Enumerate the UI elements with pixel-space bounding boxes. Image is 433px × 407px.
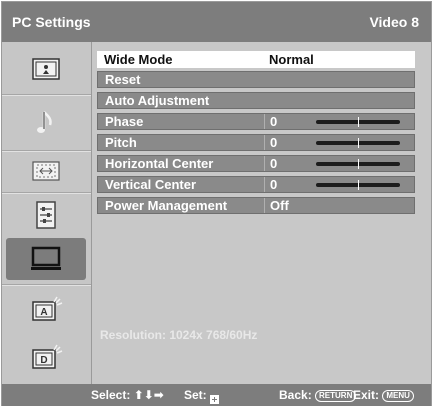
menu-row-label: Reset	[105, 72, 141, 87]
slider-thumb[interactable]	[358, 180, 359, 190]
slider-thumb[interactable]	[358, 138, 359, 148]
input-source-label: Video 8	[369, 14, 419, 30]
phase-slider[interactable]	[316, 117, 400, 127]
sidebar-item-sound[interactable]	[6, 102, 86, 144]
music-note-icon	[37, 111, 52, 133]
page-title: PC Settings	[12, 14, 91, 30]
resolution-text: Resolution: 1024x 768/60Hz	[100, 328, 258, 342]
monitor-icon	[31, 246, 61, 270]
set-hint: Set:	[184, 388, 220, 404]
arrow-keys-icon: ⬆⬇➡	[133, 388, 164, 402]
menu-row-label: Wide Mode	[104, 52, 173, 67]
slider-thumb[interactable]	[358, 159, 359, 169]
vertical-center-slider[interactable]	[316, 180, 400, 190]
back-hint: Back: RETURN	[279, 388, 357, 402]
menu-row-value: Off	[270, 198, 289, 213]
digital-setup-icon: D	[32, 344, 63, 369]
exit-hint: Exit: MENU	[353, 388, 414, 402]
menu-row-label: Horizontal Center	[105, 156, 214, 171]
menu-row-value: 0	[270, 177, 278, 192]
set-button-icon	[210, 395, 220, 404]
menu-row-power-management[interactable]: Power Management Off	[97, 197, 415, 214]
menu-row-label: Pitch	[105, 135, 137, 150]
setup-icon	[36, 201, 56, 229]
menu-row-value: 0	[270, 135, 278, 150]
footer-help-bar: Select: ⬆⬇➡ Set: Back: RETURN Exit: MENU	[2, 384, 431, 406]
menu-row-reset[interactable]: Reset	[97, 71, 415, 88]
pitch-slider[interactable]	[316, 138, 400, 148]
menu-row-label: Vertical Center	[105, 177, 197, 192]
menu-row-vertical-center[interactable]: Vertical Center 0	[97, 176, 415, 193]
sidebar-item-analog-setup[interactable]: A	[6, 288, 86, 330]
menu-key-icon: MENU	[382, 390, 414, 402]
analog-setup-icon: A	[32, 296, 63, 321]
menu-row-value: Normal	[269, 52, 314, 67]
sidebar-item-pc-settings[interactable]	[6, 238, 86, 280]
svg-text:A: A	[40, 307, 47, 318]
pc-settings-screen: PC Settings Video 8 A D Wide Mode Normal…	[1, 1, 432, 406]
menu-row-auto-adjustment[interactable]: Auto Adjustment	[97, 92, 415, 109]
sidebar: A D	[2, 42, 92, 384]
title-bar: PC Settings Video 8	[2, 2, 431, 42]
select-hint: Select: ⬆⬇➡	[91, 388, 164, 402]
menu-row-value: 0	[270, 114, 278, 129]
settings-panel: Wide Mode Normal Reset Auto Adjustment P…	[92, 42, 431, 384]
menu-row-pitch[interactable]: Pitch 0	[97, 134, 415, 151]
horizontal-center-slider[interactable]	[316, 159, 400, 169]
menu-row-label: Auto Adjustment	[105, 93, 210, 108]
picture-icon	[32, 58, 60, 80]
slider-thumb[interactable]	[358, 117, 359, 127]
screen-adjust-icon	[32, 161, 60, 181]
svg-text:D: D	[40, 355, 47, 366]
sidebar-item-setup[interactable]	[6, 194, 86, 236]
return-key-icon: RETURN	[315, 390, 357, 402]
menu-row-value: 0	[270, 156, 278, 171]
sidebar-item-digital-setup[interactable]: D	[6, 336, 86, 378]
menu-row-phase[interactable]: Phase 0	[97, 113, 415, 130]
menu-row-horizontal-center[interactable]: Horizontal Center 0	[97, 155, 415, 172]
menu-row-label: Phase	[105, 114, 144, 129]
menu-row-label: Power Management	[105, 198, 228, 213]
sidebar-item-screen[interactable]	[6, 150, 86, 192]
sidebar-item-picture[interactable]	[6, 48, 86, 90]
menu-row-wide-mode[interactable]: Wide Mode Normal	[97, 51, 415, 68]
